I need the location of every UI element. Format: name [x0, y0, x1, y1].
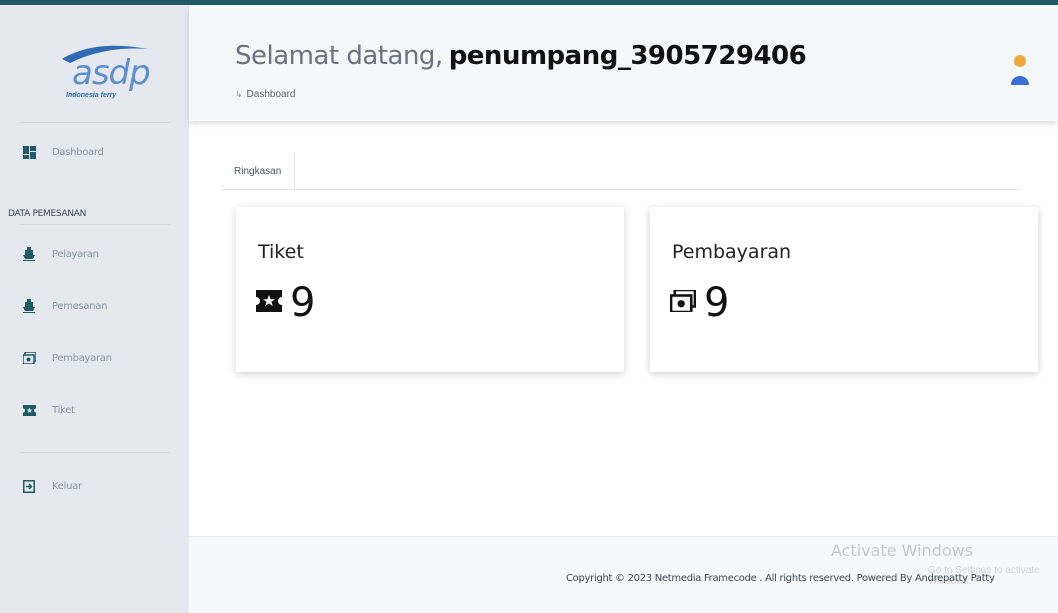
dashboard-grid-icon — [22, 145, 36, 159]
sidebar-item-tiket[interactable]: Tiket — [22, 399, 172, 421]
breadcrumb-arrow-icon: ↳ — [235, 89, 243, 99]
page-title: Selamat datang, penumpang_3905729406 — [235, 41, 807, 71]
card-title: Tiket — [258, 241, 304, 263]
sidebar-item-label: Pembayaran — [52, 352, 112, 364]
brand-logo[interactable]: asdp Indonesia ferry — [0, 25, 189, 115]
ship-icon — [22, 299, 36, 313]
username: penumpang_3905729406 — [448, 41, 807, 71]
ticket-count: 9 — [290, 280, 316, 326]
ticket-icon — [256, 289, 282, 317]
sidebar-item-label: Keluar — [52, 480, 82, 492]
sidebar-item-label: Tiket — [52, 404, 75, 416]
card-value: 9 — [669, 280, 730, 326]
sidebar-item-label: Dashboard — [52, 146, 104, 158]
money-bill-icon — [669, 288, 697, 317]
sidebar-divider — [20, 452, 170, 453]
sidebar-item-pemesanan[interactable]: Pemesanan — [22, 295, 172, 317]
sidebar-item-pelayaran[interactable]: Pelayaran — [22, 243, 172, 265]
summary-card-tiket[interactable]: Tiket 9 — [236, 207, 624, 372]
page-header: Selamat datang, penumpang_3905729406 ↳ Da… — [189, 5, 1058, 121]
logo-subtitle: Indonesia ferry — [66, 92, 117, 99]
summary-card-pembayaran[interactable]: Pembayaran 9 — [650, 207, 1038, 372]
sidebar-item-dashboard[interactable]: Dashboard — [22, 141, 172, 163]
sidebar-divider — [20, 122, 170, 123]
sidebar: asdp Indonesia ferry Dashboard DATA PEME… — [0, 5, 189, 613]
sidebar-item-pembayaran[interactable]: Pembayaran — [22, 347, 172, 369]
card-title: Pembayaran — [672, 241, 792, 263]
breadcrumb-item[interactable]: Dashboard — [247, 89, 296, 100]
tab-bar: Ringkasan — [221, 152, 1021, 190]
sidebar-item-label: Pemesanan — [52, 300, 108, 312]
sidebar-section-heading: DATA PEMESANAN — [8, 209, 87, 219]
ship-icon — [22, 247, 36, 261]
sidebar-divider — [20, 224, 170, 225]
sidebar-item-label: Pelayaran — [52, 248, 99, 260]
activation-watermark: Activate Windows — [831, 541, 974, 560]
logout-icon — [22, 479, 36, 493]
greeting-text: Selamat datang, — [235, 41, 443, 71]
payment-count: 9 — [704, 280, 730, 326]
copyright-text: Copyright © 2023 Netmedia Framecode . Al… — [566, 573, 995, 584]
logo-text: asdp — [72, 53, 151, 93]
breadcrumb: ↳ Dashboard — [235, 89, 295, 100]
money-bill-icon — [22, 351, 36, 365]
tab-ringkasan[interactable]: Ringkasan — [221, 152, 296, 190]
card-value: 9 — [256, 283, 315, 323]
ticket-icon — [22, 403, 36, 417]
sidebar-item-keluar[interactable]: Keluar — [22, 475, 172, 497]
avatar[interactable] — [1010, 49, 1030, 89]
